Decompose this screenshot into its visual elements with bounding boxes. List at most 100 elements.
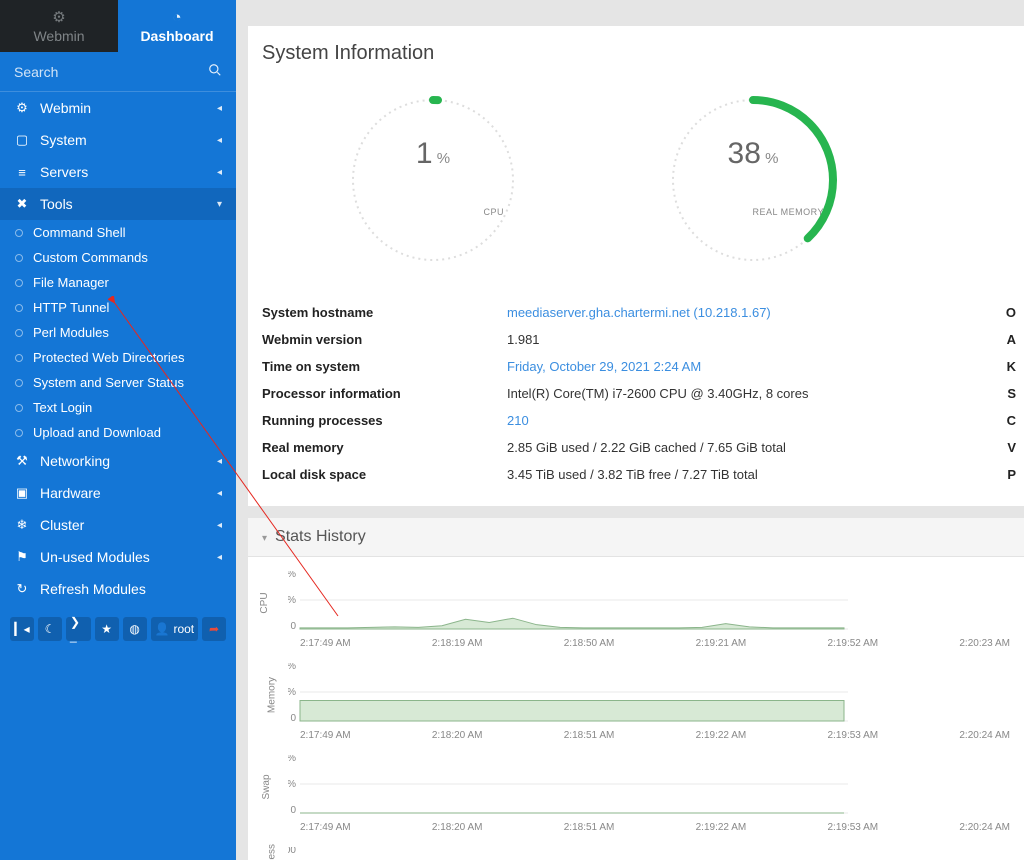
info-right-col: K: [1007, 359, 1016, 374]
chart-cpu[interactable]: CPU100%50%02:17:49 AM2:18:19 AM2:18:50 A…: [248, 557, 1024, 649]
chevron-left-icon: ◂: [217, 456, 222, 467]
chevron-left-icon: ◂: [217, 103, 222, 114]
server-icon: ≡: [14, 165, 30, 180]
info-right-col: V: [1007, 440, 1016, 455]
webmin-logo-icon: ⚙: [52, 8, 65, 26]
refresh-icon: ↻: [14, 581, 30, 597]
nav-tools-perl-modules[interactable]: Perl Modules: [0, 320, 236, 345]
info-row: Time on systemFriday, October 29, 2021 2…: [262, 353, 1024, 380]
search-input[interactable]: [14, 64, 208, 80]
night-mode-button[interactable]: ☾: [38, 617, 62, 641]
nav-hardware[interactable]: ▣Hardware◂: [0, 477, 236, 509]
nav-tools-text-login[interactable]: Text Login: [0, 395, 236, 420]
logout-button[interactable]: ➦: [202, 617, 226, 641]
chart-ylabel: Process: [267, 843, 278, 860]
chart-xticks: 2:17:49 AM2:18:20 AM2:18:51 AM2:19:22 AM…: [288, 820, 1014, 833]
svg-text:100%: 100%: [288, 571, 296, 580]
info-value[interactable]: meediaserver.gha.chartermi.net (10.218.1…: [507, 305, 771, 320]
info-value[interactable]: 210: [507, 413, 529, 428]
nav-tools-custom-commands[interactable]: Custom Commands: [0, 245, 236, 270]
chart-ylabel: CPU: [259, 592, 270, 613]
chart-ylabel: Swap: [261, 774, 272, 799]
nav-tools-file-manager[interactable]: File Manager: [0, 270, 236, 295]
nav-cluster[interactable]: ❄Cluster◂: [0, 509, 236, 541]
chevron-left-icon: ◂: [217, 135, 222, 146]
nav-tools-command-shell[interactable]: Command Shell: [0, 220, 236, 245]
nav-tools-http-tunnel[interactable]: HTTP Tunnel: [0, 295, 236, 320]
nav-tools-protected-web-directories[interactable]: Protected Web Directories: [0, 345, 236, 370]
svg-text:50%: 50%: [288, 779, 296, 790]
info-right-col: O: [1006, 305, 1016, 320]
system-info-panel: System Information 1 % CPU 38 %: [248, 26, 1024, 506]
stats-history-header[interactable]: Stats History: [248, 518, 1024, 557]
chart-xticks: 2:17:49 AM2:18:19 AM2:18:50 AM2:19:21 AM…: [288, 636, 1014, 649]
svg-text:0: 0: [290, 621, 296, 632]
chart-process[interactable]: Process200: [248, 833, 1024, 860]
info-value[interactable]: Friday, October 29, 2021 2:24 AM: [507, 359, 701, 374]
nav-tools-upload-and-download[interactable]: Upload and Download: [0, 420, 236, 445]
svg-text:50%: 50%: [288, 687, 296, 698]
page-title: System Information: [248, 42, 1024, 65]
info-row: Local disk space3.45 TiB used / 3.82 TiB…: [262, 461, 1024, 488]
info-row: Processor informationIntel(R) Core(TM) i…: [262, 380, 1024, 407]
toggle-sidebar-button[interactable]: ▎◂: [10, 617, 34, 641]
info-right-col: C: [1007, 413, 1016, 428]
nav-system[interactable]: ▢System◂: [0, 124, 236, 156]
info-row: System hostnamemeediaserver.gha.charterm…: [262, 299, 1024, 326]
terminal-button[interactable]: ❯_: [66, 617, 91, 641]
nav-webmin[interactable]: ⚙Webmin◂: [0, 92, 236, 124]
chevron-left-icon: ◂: [217, 167, 222, 178]
info-value: 3.45 TiB used / 3.82 TiB free / 7.27 TiB…: [507, 467, 758, 482]
nav-servers[interactable]: ≡Servers◂: [0, 156, 236, 188]
monitor-icon: ▢: [14, 132, 30, 148]
info-value: 1.981: [507, 332, 540, 347]
tab-dashboard[interactable]: ◔ Dashboard: [118, 0, 236, 52]
chevron-down-icon: ▾: [217, 199, 222, 210]
search-icon[interactable]: [208, 63, 222, 80]
main-content: System Information 1 % CPU 38 %: [236, 0, 1024, 860]
info-key: System hostname: [262, 305, 507, 320]
info-row: Running processes210C: [262, 407, 1024, 434]
tools-icon: ✖: [14, 196, 30, 212]
chevron-left-icon: ◂: [217, 520, 222, 531]
chart-swap[interactable]: Swap100%50%02:17:49 AM2:18:20 AM2:18:51 …: [248, 741, 1024, 833]
nav-tools[interactable]: ✖Tools▾: [0, 188, 236, 220]
info-key: Local disk space: [262, 467, 507, 482]
chart-memory[interactable]: Memory100%50%02:17:49 AM2:18:20 AM2:18:5…: [248, 649, 1024, 741]
info-key: Webmin version: [262, 332, 507, 347]
language-button[interactable]: ◍: [123, 617, 147, 641]
info-right-col: P: [1007, 467, 1016, 482]
svg-text:100%: 100%: [288, 755, 296, 764]
tab-webmin[interactable]: ⚙ Webmin: [0, 0, 118, 52]
sidebar-nav: ⚙Webmin◂ ▢System◂ ≡Servers◂ ✖Tools▾: [0, 92, 236, 220]
gauge-memory[interactable]: 38 % REAL MEMORY: [658, 85, 848, 275]
info-row: Real memory2.85 GiB used / 2.22 GiB cach…: [262, 434, 1024, 461]
info-key: Time on system: [262, 359, 507, 374]
info-key: Real memory: [262, 440, 507, 455]
nav-networking[interactable]: ⚒Networking◂: [0, 445, 236, 477]
tab-dashboard-label: Dashboard: [140, 28, 213, 44]
sidebar-footer: ▎◂ ☾ ❯_ ★ ◍ 👤root ➦: [0, 617, 236, 641]
favorites-button[interactable]: ★: [95, 617, 119, 641]
nav-tools-system-and-server-status[interactable]: System and Server Status: [0, 370, 236, 395]
info-right-col: S: [1007, 386, 1016, 401]
gauge-cpu[interactable]: 1 % CPU: [338, 85, 528, 275]
hdd-icon: ▣: [14, 485, 30, 501]
user-button[interactable]: 👤root: [151, 617, 198, 641]
info-value: Intel(R) Core(TM) i7-2600 CPU @ 3.40GHz,…: [507, 386, 808, 401]
info-value: 2.85 GiB used / 2.22 GiB cached / 7.65 G…: [507, 440, 786, 455]
sidebar: ⚙ Webmin ◔ Dashboard ⚙Webmin◂ ▢System◂ ≡…: [0, 0, 236, 860]
stats-history-panel: Stats History CPU 100% 50% 0 2:17:49 AM2:18:…: [248, 518, 1024, 860]
dashboard-gauge-icon: ◔: [172, 9, 181, 26]
info-right-col: A: [1007, 332, 1016, 347]
svg-text:100%: 100%: [288, 663, 296, 672]
info-key: Processor information: [262, 386, 507, 401]
nav-refresh-modules[interactable]: ↻Refresh Modules: [0, 573, 236, 605]
puzzle-icon: ⚑: [14, 549, 30, 565]
network-icon: ⚒: [14, 453, 30, 469]
chart-xticks: 2:17:49 AM2:18:20 AM2:18:51 AM2:19:22 AM…: [288, 728, 1014, 741]
chevron-left-icon: ◂: [217, 552, 222, 563]
sidebar-search: [0, 52, 236, 92]
nav-unused-modules[interactable]: ⚑Un-used Modules◂: [0, 541, 236, 573]
chevron-left-icon: ◂: [217, 488, 222, 499]
